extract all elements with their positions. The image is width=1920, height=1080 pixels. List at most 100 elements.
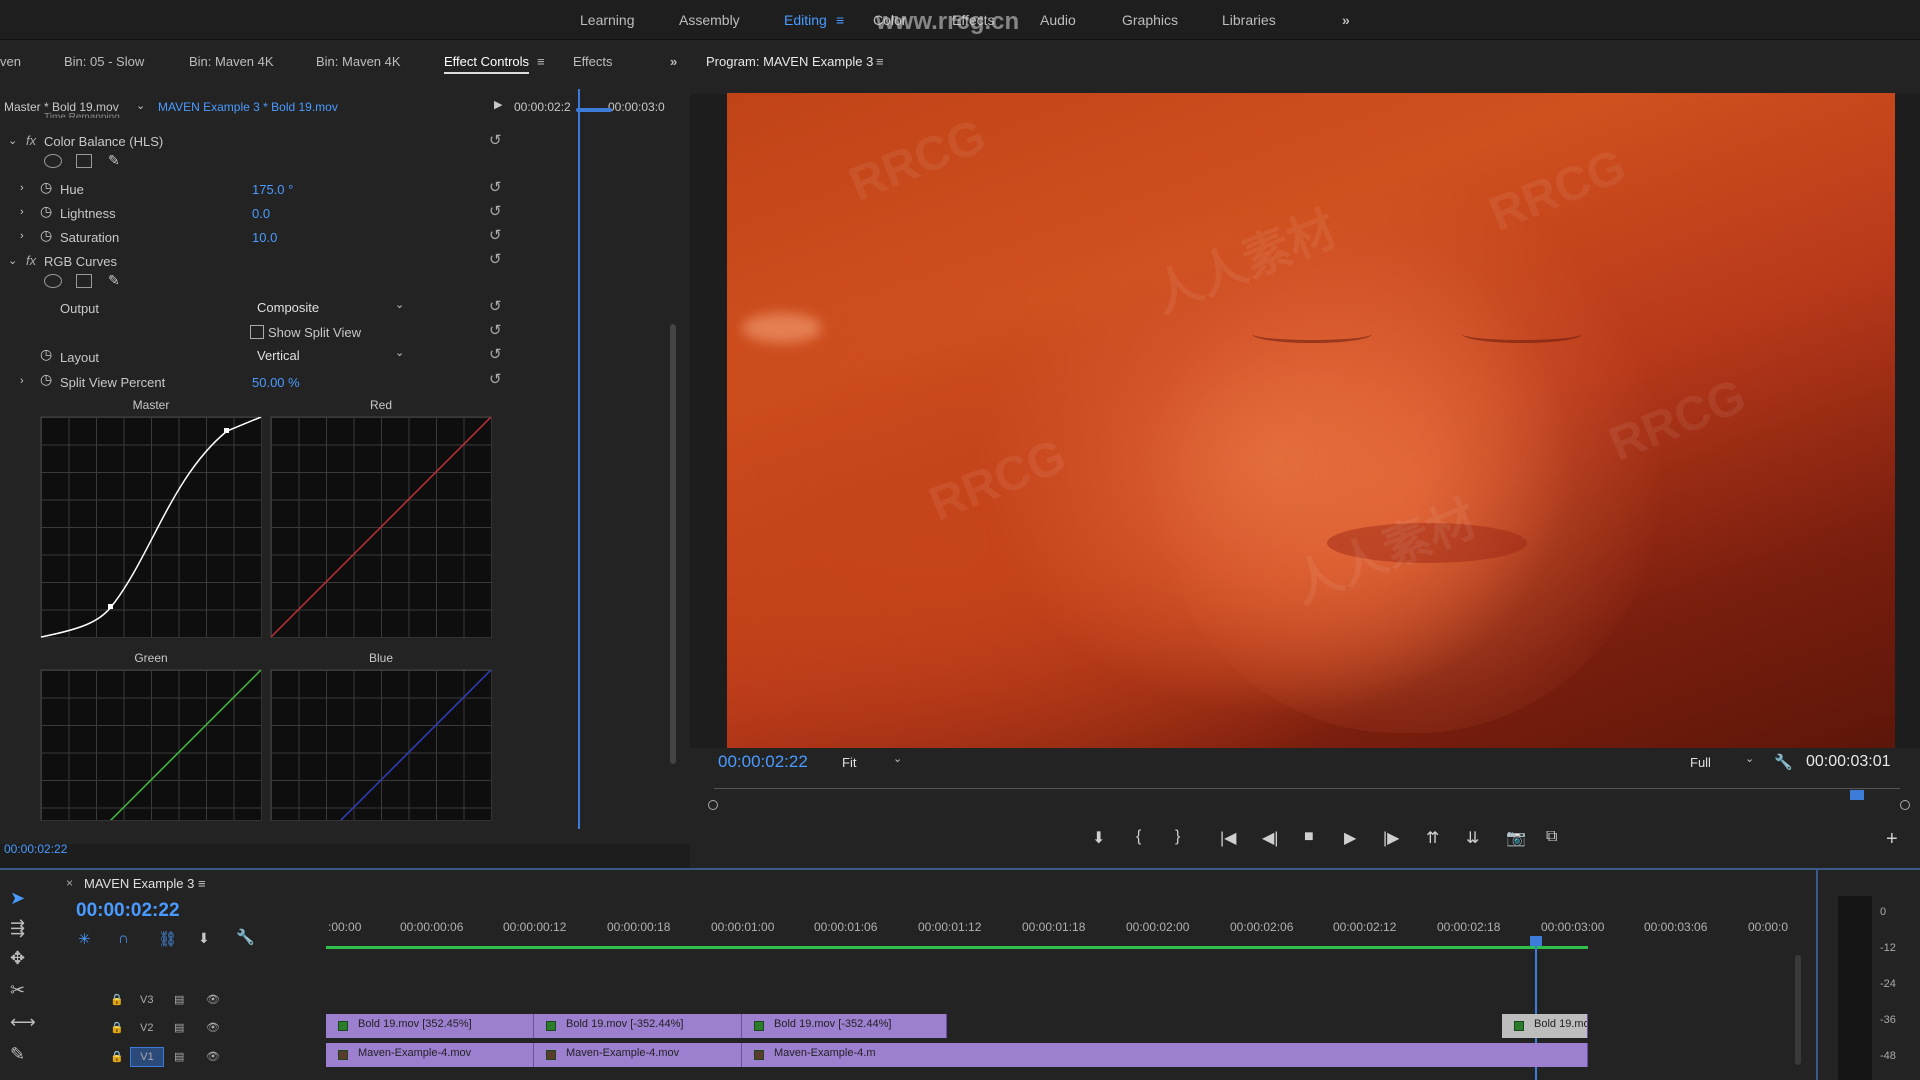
timeline-timecode[interactable]: 00:00:02:22 bbox=[76, 900, 180, 922]
stopwatch-icon[interactable]: ◷ bbox=[40, 346, 52, 363]
tab-bin-slow[interactable]: Bin: 05 - Slow bbox=[64, 54, 144, 69]
eye-icon[interactable]: 👁 bbox=[206, 993, 220, 1006]
wrench-icon[interactable]: 🔧 bbox=[236, 928, 255, 946]
reset-icon[interactable]: ↺ bbox=[489, 372, 503, 387]
track-v1-label[interactable]: V1 bbox=[130, 1047, 164, 1067]
linked-selection-icon[interactable]: ⛓ bbox=[158, 930, 177, 948]
reset-icon[interactable]: ↺ bbox=[489, 180, 503, 195]
play-icon[interactable]: ▶ bbox=[1344, 828, 1356, 848]
chevron-down-icon[interactable]: ⌄ bbox=[8, 254, 17, 267]
ellipse-mask-icon[interactable] bbox=[44, 274, 62, 288]
program-monitor-title[interactable]: Program: MAVEN Example 3 bbox=[706, 54, 873, 69]
button-editor-plus-icon[interactable]: + bbox=[1886, 828, 1898, 851]
program-timecode[interactable]: 00:00:02:22 bbox=[718, 752, 808, 772]
reset-icon[interactable]: ↺ bbox=[489, 252, 503, 267]
stopwatch-icon[interactable]: ◷ bbox=[40, 179, 52, 196]
workspace-assembly[interactable]: Assembly bbox=[679, 12, 740, 28]
tab-effect-controls[interactable]: Effect Controls bbox=[444, 54, 530, 74]
marker-icon[interactable]: ⬇ bbox=[198, 930, 210, 947]
close-icon[interactable]: × bbox=[66, 876, 73, 890]
slip-icon[interactable]: ⟷ bbox=[10, 1012, 36, 1033]
rectangle-mask-icon[interactable] bbox=[76, 154, 92, 168]
mark-out-icon[interactable]: } bbox=[1175, 828, 1180, 846]
razor-icon[interactable]: ✂ bbox=[10, 980, 25, 1001]
workspace-audio[interactable]: Audio bbox=[1040, 12, 1076, 28]
timeline-menu-icon[interactable]: ≡ bbox=[198, 876, 206, 891]
workspace-libraries[interactable]: Libraries bbox=[1222, 12, 1276, 28]
add-marker-icon[interactable]: ⬇ bbox=[1092, 828, 1105, 848]
timeline-title[interactable]: MAVEN Example 3 bbox=[84, 876, 194, 891]
timeline-vertical-scrollbar[interactable] bbox=[1795, 955, 1801, 1065]
quality-dropdown[interactable]: Full bbox=[1690, 755, 1711, 770]
program-video-frame[interactable]: RRCG 人人素材 RRCG RRCG 人人素材 RRCG bbox=[727, 93, 1895, 748]
chevron-right-icon[interactable]: › bbox=[20, 230, 24, 242]
master-curve-graph[interactable] bbox=[40, 416, 262, 638]
clip-v2-3[interactable]: Bold 19.mov [-352.44%] bbox=[742, 1014, 947, 1038]
reset-icon[interactable]: ↺ bbox=[489, 204, 503, 219]
reset-icon[interactable]: ↺ bbox=[489, 228, 503, 243]
workspace-overflow-icon[interactable]: » bbox=[1342, 12, 1350, 28]
chevron-right-icon[interactable]: › bbox=[20, 182, 24, 194]
ec-timecode[interactable]: 00:00:02:22 bbox=[4, 842, 67, 856]
lock-icon[interactable]: 🔒 bbox=[110, 993, 124, 1006]
reset-icon[interactable]: ↺ bbox=[489, 347, 503, 362]
lightness-value[interactable]: 0.0 bbox=[252, 206, 270, 221]
chevron-down-icon[interactable]: ⌄ bbox=[893, 752, 902, 765]
lock-icon[interactable]: 🔒 bbox=[110, 1021, 124, 1034]
chevron-down-icon[interactable]: ⌄ bbox=[1745, 752, 1754, 765]
lift-icon[interactable]: ⇈ bbox=[1426, 828, 1439, 848]
wrench-icon[interactable]: 🔧 bbox=[1774, 753, 1793, 771]
tabs-overflow-icon[interactable]: » bbox=[670, 54, 677, 69]
mark-in-icon[interactable]: { bbox=[1136, 828, 1141, 846]
clip-v1-3[interactable]: Maven-Example-4.m bbox=[742, 1043, 1588, 1067]
eye-icon[interactable]: 👁 bbox=[206, 1050, 220, 1063]
sync-lock-icon[interactable]: ▤ bbox=[174, 1021, 184, 1034]
zoom-handle-left[interactable] bbox=[708, 800, 718, 810]
stopwatch-icon[interactable]: ◷ bbox=[40, 203, 52, 220]
tab-cut[interactable]: ven bbox=[0, 54, 21, 69]
chevron-right-icon[interactable]: › bbox=[20, 375, 24, 387]
nest-icon[interactable]: ✳ bbox=[78, 930, 91, 948]
ec-scrollbar[interactable] bbox=[670, 324, 676, 764]
snap-icon[interactable]: ∩ bbox=[118, 930, 129, 947]
workspace-learning[interactable]: Learning bbox=[580, 12, 635, 28]
stopwatch-icon[interactable]: ◷ bbox=[40, 371, 52, 388]
fx-icon[interactable]: fx bbox=[26, 253, 36, 268]
panel-menu-icon[interactable]: ≡ bbox=[537, 54, 545, 69]
eye-icon[interactable]: 👁 bbox=[206, 1021, 220, 1034]
chevron-down-icon[interactable]: ⌄ bbox=[8, 134, 17, 147]
program-playhead[interactable] bbox=[1850, 790, 1864, 800]
fit-dropdown[interactable]: Fit bbox=[842, 755, 856, 770]
sync-lock-icon[interactable]: ▤ bbox=[174, 1050, 184, 1063]
sync-lock-icon[interactable]: ▤ bbox=[174, 993, 184, 1006]
clip-v1-2[interactable]: Maven-Example-4.mov bbox=[534, 1043, 742, 1067]
selection-tool-icon[interactable]: ➤ bbox=[10, 888, 25, 909]
green-curve-graph[interactable] bbox=[40, 669, 262, 821]
ellipse-mask-icon[interactable] bbox=[44, 154, 62, 168]
clip-v2-1[interactable]: Bold 19.mov [352.45%] bbox=[326, 1014, 534, 1038]
clip-v2-2[interactable]: Bold 19.mov [-352.44%] bbox=[534, 1014, 742, 1038]
chevron-down-icon[interactable]: ⌄ bbox=[136, 99, 145, 112]
track-v2-label[interactable]: V2 bbox=[140, 1022, 153, 1034]
workspace-graphics[interactable]: Graphics bbox=[1122, 12, 1178, 28]
export-frame-icon[interactable]: 📷 bbox=[1506, 828, 1526, 848]
track-select-icon[interactable]: ⇶ bbox=[10, 918, 25, 939]
ec-playhead[interactable] bbox=[578, 89, 580, 829]
stop-icon[interactable]: ■ bbox=[1304, 828, 1314, 846]
timeline-playhead-handle[interactable] bbox=[1530, 936, 1542, 946]
split-percent-value[interactable]: 50.00 % bbox=[252, 375, 300, 390]
layout-dropdown[interactable]: Vertical bbox=[257, 348, 300, 363]
go-to-in-icon[interactable]: |◀ bbox=[1220, 828, 1236, 848]
tab-effects[interactable]: Effects bbox=[573, 54, 613, 69]
reset-icon[interactable]: ↺ bbox=[489, 299, 503, 314]
chevron-down-icon[interactable]: ⌄ bbox=[395, 298, 404, 311]
pen-mask-icon[interactable]: ✎ bbox=[108, 272, 120, 289]
step-forward-icon[interactable]: |▶ bbox=[1383, 828, 1399, 848]
saturation-value[interactable]: 10.0 bbox=[252, 230, 277, 245]
workspace-menu-icon[interactable]: ≡ bbox=[836, 12, 844, 28]
program-menu-icon[interactable]: ≡ bbox=[876, 54, 884, 69]
pen-mask-icon[interactable]: ✎ bbox=[108, 152, 120, 169]
clip-v1-1[interactable]: Maven-Example-4.mov bbox=[326, 1043, 534, 1067]
split-view-checkbox[interactable] bbox=[250, 325, 264, 339]
tab-bin-maven-4k-2[interactable]: Bin: Maven 4K bbox=[316, 54, 401, 69]
